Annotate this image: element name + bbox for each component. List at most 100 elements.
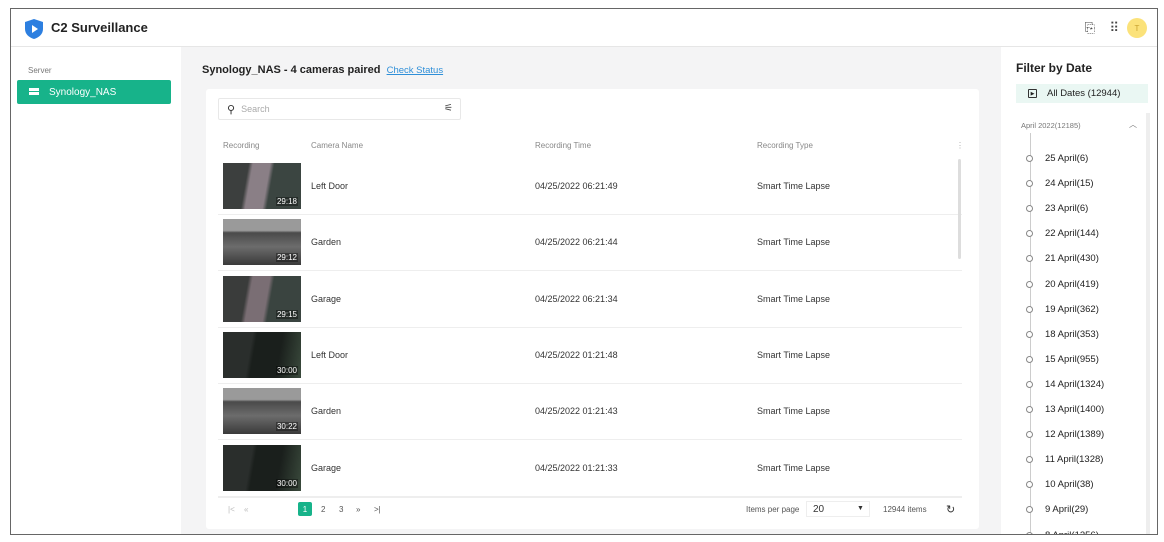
table-row[interactable]: 29:18 Left Door 04/25/2022 06:21:49 Smar…: [218, 159, 962, 215]
video-icon: ▶: [1028, 89, 1037, 98]
date-filter-item[interactable]: 25 April(6): [1026, 153, 1088, 164]
filter-title: Filter by Date: [1016, 61, 1093, 75]
recording-type: Smart Time Lapse: [757, 181, 831, 191]
first-page-icon[interactable]: |<: [228, 505, 235, 514]
recording-time: 04/25/2022 06:21:49: [535, 181, 618, 191]
timeline-dot-icon: [1026, 155, 1033, 162]
last-page-icon[interactable]: >|: [374, 505, 381, 514]
timeline-dot-icon: [1026, 406, 1033, 413]
timeline-dot-icon: [1026, 180, 1033, 188]
recording-thumbnail[interactable]: 29:12: [223, 219, 301, 266]
recording-thumbnail[interactable]: 29:15: [223, 275, 301, 322]
recording-type: Smart Time Lapse: [757, 349, 831, 360]
next-pages-icon[interactable]: »: [356, 505, 360, 514]
page-3-button[interactable]: 3: [339, 505, 343, 514]
month-group-label[interactable]: April 2022(12185): [1021, 121, 1081, 130]
date-filter-item[interactable]: 8 April(1256): [1026, 529, 1099, 535]
date-filter-item[interactable]: 21 April(430): [1026, 253, 1099, 264]
all-dates-label: All Dates (12944): [1047, 88, 1121, 99]
page-title-text: Synology_NAS - 4 cameras paired: [202, 64, 381, 76]
recording-thumbnail[interactable]: 30:00: [223, 331, 301, 378]
column-header-recording-time[interactable]: Recording Time: [535, 141, 591, 150]
dropdown-arrow-icon: ▼: [857, 505, 864, 512]
recording-type: Smart Time Lapse: [757, 406, 831, 417]
avatar[interactable]: T: [1127, 18, 1147, 38]
filter-settings-icon[interactable]: ⚟: [444, 103, 453, 114]
page-2-button[interactable]: 2: [321, 505, 325, 514]
column-header-recording[interactable]: Recording: [223, 141, 259, 150]
date-label: 21 April(430): [1045, 253, 1099, 265]
date-filter-item[interactable]: 11 April(1328): [1026, 454, 1103, 465]
date-label: 11 April(1328): [1045, 454, 1104, 466]
check-status-link[interactable]: Check Status: [387, 65, 444, 76]
date-filter-item[interactable]: 20 April(419): [1026, 279, 1099, 290]
date-label: 18 April(353): [1045, 328, 1099, 340]
items-per-page-label: Items per page: [746, 505, 800, 514]
duration-badge: 29:18: [275, 197, 298, 206]
all-dates-item[interactable]: ▶ All Dates (12944): [1016, 84, 1148, 103]
table-row[interactable]: 30:00 Left Door 04/25/2022 01:21:48 Smar…: [218, 328, 962, 384]
date-label: 25 April(6): [1045, 153, 1089, 164]
header: C2 Surveillance ⎘ ⠿ T: [11, 9, 1157, 47]
recording-thumbnail[interactable]: 30:00: [223, 444, 301, 491]
table-row[interactable]: 29:12 Garden 04/25/2022 06:21:44 Smart T…: [218, 215, 962, 272]
timeline-dot-icon: [1026, 431, 1033, 439]
camera-name: Garden: [311, 237, 342, 248]
prev-pages-icon[interactable]: «: [244, 505, 248, 514]
items-per-page-value: 20: [813, 504, 825, 515]
duration-badge: 30:00: [275, 478, 298, 488]
filter-scrollbar[interactable]: [1146, 113, 1150, 534]
date-filter-item[interactable]: 24 April(15): [1026, 178, 1094, 189]
date-filter-item[interactable]: 9 April(29): [1026, 504, 1088, 515]
date-filter-item[interactable]: 23 April(6): [1026, 203, 1088, 214]
chevron-up-icon[interactable]: ︿: [1129, 119, 1137, 130]
recording-time: 04/25/2022 01:21:33: [535, 462, 618, 473]
apps-grid-icon[interactable]: ⠿: [1109, 20, 1119, 36]
recordings-card: ⚲ Search ⚟ Recording Camera Name Recordi…: [206, 89, 979, 529]
column-header-camera-name[interactable]: Camera Name: [311, 141, 363, 150]
column-header-recording-type[interactable]: Recording Type: [757, 141, 813, 150]
date-filter-item[interactable]: 22 April(144): [1026, 228, 1099, 239]
table-row[interactable]: 29:15 Garage 04/25/2022 06:21:34 Smart T…: [218, 272, 962, 328]
date-filter-item[interactable]: 19 April(362): [1026, 304, 1099, 315]
date-filter-item[interactable]: 14 April(1324): [1026, 379, 1104, 390]
timeline-dot-icon: [1026, 355, 1033, 363]
main-content: Synology_NAS - 4 cameras paired Check St…: [181, 47, 1001, 534]
table-scrollbar[interactable]: [958, 159, 961, 259]
timeline-dot-icon: [1026, 506, 1033, 514]
search-icon: ⚲: [227, 103, 236, 116]
date-label: 8 April(1256): [1045, 529, 1099, 535]
app-window: C2 Surveillance ⎘ ⠿ T Server Synology_NA…: [10, 8, 1158, 535]
items-per-page-select[interactable]: 20 ▼: [806, 501, 870, 517]
date-filter-item[interactable]: 10 April(38): [1026, 479, 1094, 490]
date-label: 24 April(15): [1045, 178, 1094, 190]
column-options-icon[interactable]: ⋮: [956, 141, 964, 150]
refresh-icon[interactable]: ↻: [946, 503, 955, 516]
sidebar-item-synology-nas[interactable]: Synology_NAS: [17, 80, 171, 104]
search-input[interactable]: ⚲ Search ⚟: [218, 98, 461, 120]
camera-name: Garage: [311, 293, 342, 304]
page-1-button[interactable]: 1: [298, 502, 312, 516]
timeline-dot-icon: [1026, 205, 1033, 213]
timeline-dot-icon: [1026, 305, 1033, 313]
timeline-dot-icon: [1026, 230, 1033, 238]
timeline-dot-icon: [1026, 255, 1033, 263]
date-filter-item[interactable]: 13 April(1400): [1026, 404, 1104, 415]
duration-badge: 29:12: [275, 253, 298, 263]
date-label: 12 April(1389): [1045, 429, 1105, 441]
duration-badge: 29:15: [275, 309, 298, 319]
date-filter-item[interactable]: 18 April(353): [1026, 329, 1099, 340]
date-label: 19 April(362): [1045, 303, 1099, 315]
table-row[interactable]: 30:22 Garden 04/25/2022 01:21:43 Smart T…: [218, 384, 962, 441]
date-label: 23 April(6): [1045, 203, 1089, 215]
date-filter-item[interactable]: 15 April(955): [1026, 354, 1099, 365]
search-placeholder: Search: [241, 104, 270, 114]
recording-thumbnail[interactable]: 30:22: [223, 388, 301, 435]
table-row[interactable]: 30:00 Garage 04/25/2022 01:21:33 Smart T…: [218, 441, 962, 497]
date-filter-item[interactable]: 12 April(1389): [1026, 429, 1104, 440]
device-location-icon[interactable]: ⎘: [1085, 20, 1095, 36]
timeline-dot-icon: [1026, 531, 1033, 534]
recording-thumbnail[interactable]: 29:18: [223, 163, 301, 209]
recording-time: 04/25/2022 06:21:34: [535, 293, 618, 304]
filter-panel: Filter by Date ▶ All Dates (12944) April…: [1001, 47, 1157, 535]
